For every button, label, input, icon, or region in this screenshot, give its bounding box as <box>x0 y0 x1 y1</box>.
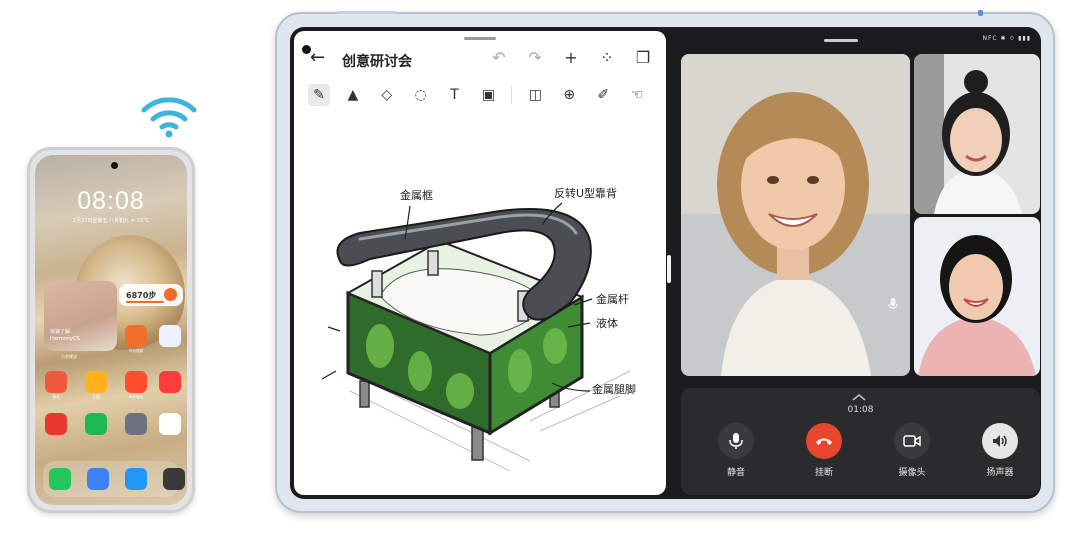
dock-messages-icon[interactable] <box>87 468 109 490</box>
phone-clock: 08:08 <box>77 187 145 215</box>
add-icon[interactable]: + <box>560 48 582 68</box>
annotation-metal-rod: 金属杆 <box>596 292 629 306</box>
phone-home-screen: 08:08 2月27日星期五 八月初九 ☀ 23°C 快速了解 HarmonyO… <box>35 155 187 505</box>
zoom-icon[interactable]: ⊕ <box>558 84 580 106</box>
steps-progress-bar <box>126 301 164 303</box>
split-divider-grip[interactable] <box>667 255 671 283</box>
participant-top-avatar <box>914 54 1040 214</box>
drawing-toolbar: ✎ ▲ ◇ ◌ T ▣ ◫ ⊕ ✐ ☜ <box>308 81 660 109</box>
hangup-phone-icon <box>816 438 832 445</box>
call-duration: 01:08 <box>847 405 874 415</box>
promo-line-2: HarmonyOS <box>50 336 80 342</box>
more-grid-icon[interactable]: ⁘ <box>596 48 618 68</box>
redo-icon[interactable]: ↷ <box>524 48 546 68</box>
app-label-featured: 精选 <box>52 395 60 399</box>
pen-icon[interactable]: ✎ <box>308 84 330 106</box>
dock-phone-icon[interactable] <box>49 468 71 490</box>
camera-button[interactable] <box>894 423 930 459</box>
back-arrow-icon[interactable]: ← <box>310 49 330 69</box>
marker-icon[interactable]: ▲ <box>342 84 364 106</box>
participant-video-main[interactable] <box>681 54 910 376</box>
lasso-icon[interactable]: ◌ <box>410 84 432 106</box>
app-label-wallet: 华为钱包 <box>128 395 144 399</box>
annotation-u-backrest: 反转U型靠背 <box>554 186 617 200</box>
note-title: 创意研讨会 <box>342 54 412 70</box>
video-call-pane: NFC ✱ ⟐ ▮▮▮ 01:08 静音 挂断 摄像头 扬声器 <box>674 31 1040 495</box>
phone-device: 08:08 2月27日星期五 八月初九 ☀ 23°C 快速了解 HarmonyO… <box>27 147 195 513</box>
tablet-power-button <box>978 10 983 16</box>
mute-button[interactable] <box>718 423 754 459</box>
participant-main-avatar <box>681 54 910 376</box>
app-gallery-icon[interactable] <box>159 413 181 435</box>
app-wallet-icon[interactable] <box>125 371 147 393</box>
call-window-drag-handle[interactable] <box>824 39 858 42</box>
notes-pane: ← 创意研讨会 ↶ ↷ + ⁘ ❐ ✎ ▲ ◇ ◌ T ▣ ◫ ⊕ ✐ ☜ 金属… <box>294 31 666 495</box>
participant-video-bottom[interactable] <box>914 217 1040 376</box>
harmonyos-promo-card[interactable]: 快速了解 HarmonyOS <box>44 281 117 351</box>
speaker-label: 扬声器 <box>986 468 1014 478</box>
note-top-actions: ↶ ↷ + ⁘ ❐ <box>488 48 654 68</box>
hangup-label: 挂断 <box>814 468 833 478</box>
app-label-themes: 主题 <box>92 395 100 399</box>
scene: 08:08 2月27日星期五 八月初九 ☀ 23°C 快速了解 HarmonyO… <box>0 0 1080 542</box>
steps-value: 6870步 <box>126 291 157 300</box>
wifi-icon <box>141 97 197 138</box>
app-meetime-icon[interactable] <box>85 413 107 435</box>
image-icon[interactable]: ▣ <box>478 84 500 106</box>
eraser-icon[interactable]: ◇ <box>376 84 398 106</box>
status-bar-icons: NFC ✱ ⟐ ▮▮▮ <box>982 35 1031 42</box>
app-label-video: 华为视频 <box>128 349 144 353</box>
annotation-metal-frame: 金属框 <box>400 188 433 202</box>
hangup-button[interactable] <box>806 423 842 459</box>
app-huawei-video-icon[interactable] <box>125 325 147 347</box>
call-control-panel: 01:08 静音 挂断 摄像头 扬声器 <box>681 388 1040 495</box>
hand-icon[interactable]: ☜ <box>626 84 648 106</box>
annotation-metal-leg: 金属腿脚 <box>592 382 636 396</box>
spray-icon[interactable]: ✐ <box>592 84 614 106</box>
app-settings-icon[interactable] <box>125 413 147 435</box>
microphone-indicator-icon <box>886 296 900 310</box>
phone-date: 2月27日星期五 八月初九 ☀ 23°C <box>72 218 150 224</box>
promo-line-1: 快速了解 <box>50 329 71 335</box>
dock-browser-icon[interactable] <box>125 468 147 490</box>
participant-video-top[interactable] <box>914 54 1040 214</box>
speaker-icon <box>993 435 1007 447</box>
toolbar-separator <box>511 86 513 104</box>
app-music-icon[interactable] <box>159 325 181 347</box>
tablet-screen: ← 创意研讨会 ↶ ↷ + ⁘ ❐ ✎ ▲ ◇ ◌ T ▣ ◫ ⊕ ✐ ☜ 金属… <box>290 27 1041 499</box>
camera-label: 摄像头 <box>898 468 926 478</box>
app-store-icon[interactable] <box>159 371 181 393</box>
annotation-liquid: 液体 <box>596 316 618 330</box>
speaker-button[interactable] <box>982 423 1018 459</box>
promo-caption: 小艺建议 <box>61 354 77 359</box>
video-camera-icon <box>903 435 921 447</box>
app-featured-icon[interactable] <box>45 371 67 393</box>
tablet-volume-button <box>337 11 397 14</box>
running-icon <box>164 288 177 301</box>
window-drag-handle[interactable] <box>464 37 496 40</box>
dock-camera-icon[interactable] <box>163 468 185 490</box>
participant-bottom-avatar <box>914 217 1040 376</box>
shape-icon[interactable]: ◫ <box>524 84 546 106</box>
microphone-icon <box>729 433 743 449</box>
undo-icon[interactable]: ↶ <box>488 48 510 68</box>
mute-label: 静音 <box>726 468 745 478</box>
split-divider[interactable] <box>667 27 671 499</box>
phone-dock <box>43 461 185 497</box>
copy-icon[interactable]: ❐ <box>632 48 654 68</box>
text-tool-icon[interactable]: T <box>444 84 466 106</box>
tablet-device: ← 创意研讨会 ↶ ↷ + ⁘ ❐ ✎ ▲ ◇ ◌ T ▣ ◫ ⊕ ✐ ☜ 金属… <box>275 10 1055 513</box>
armchair-sketch[interactable]: 金属框 反转U型靠背 金属杆 液体 金属腿脚 <box>300 121 660 491</box>
steps-widget[interactable]: 6870步 <box>119 284 183 306</box>
app-themes-icon[interactable] <box>85 371 107 393</box>
app-huawei-icon[interactable] <box>45 413 67 435</box>
chevron-up-icon[interactable] <box>851 393 867 401</box>
front-camera <box>111 162 118 169</box>
